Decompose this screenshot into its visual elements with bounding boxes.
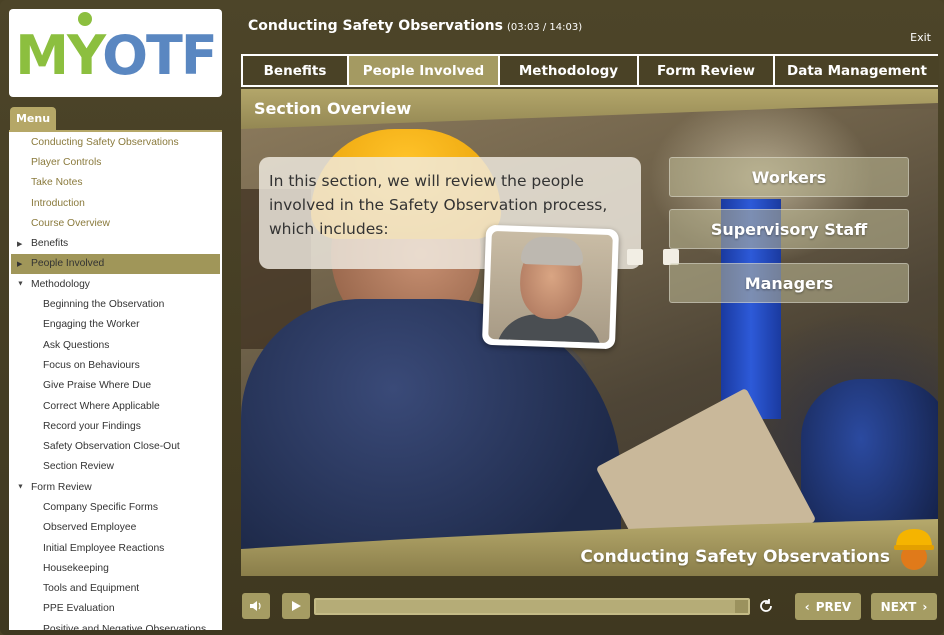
play-button[interactable] — [282, 593, 310, 619]
next-button[interactable]: NEXT › — [871, 593, 937, 620]
menu-item-label: Benefits — [31, 238, 69, 250]
menu-item-label: Section Review — [43, 461, 114, 473]
menu-panel: Conducting Safety Observations Player Con… — [9, 130, 222, 630]
menu-item-label: Take Notes — [31, 177, 83, 189]
menu-item-label: Course Overview — [31, 217, 110, 229]
logo-letter-m: M — [15, 23, 69, 87]
menu-item[interactable]: Company Specific Forms — [9, 497, 222, 517]
course-time: (03:03 / 14:03) — [506, 22, 583, 33]
menu-item-label: Player Controls — [31, 156, 102, 168]
exit-button[interactable]: Exit — [910, 31, 931, 44]
menu-item[interactable]: Player Controls — [9, 152, 222, 172]
logo-letter-y-text: Y — [66, 23, 104, 87]
replay-button[interactable] — [754, 593, 778, 619]
speaker-icon — [250, 601, 261, 611]
tab-benefits[interactable]: Benefits — [243, 56, 347, 85]
menu-item-label: Safety Observation Close-Out — [43, 441, 180, 453]
menu-item[interactable]: Initial Employee Reactions — [9, 538, 222, 558]
menu-item-label: Engaging the Worker — [43, 319, 140, 331]
menu-item[interactable]: Ask Questions — [9, 335, 222, 355]
menu-item[interactable]: ▶ Benefits — [9, 233, 222, 253]
menu-item-label: Observed Employee — [43, 522, 137, 534]
slide-content: Section Overview In this section, we wil… — [241, 89, 938, 576]
chevron-right-icon: › — [922, 599, 928, 614]
menu-item-label: Form Review — [31, 481, 92, 493]
course-title: Conducting Safety Observations (03:03 / 1… — [248, 18, 582, 34]
mute-button[interactable] — [242, 593, 270, 619]
section-tabs: Benefits People Involved Methodology Form R… — [241, 54, 939, 87]
managers-button[interactable]: Managers — [669, 263, 909, 303]
menu-item[interactable]: Focus on Behaviours — [9, 355, 222, 375]
replay-icon — [760, 599, 772, 612]
progress-fill — [316, 600, 736, 613]
hardhat-mascot-icon — [894, 529, 934, 570]
supervisory-staff-button[interactable]: Supervisory Staff — [669, 209, 909, 249]
menu-item-label: Record your Findings — [43, 420, 141, 432]
menu-item-label: Conducting Safety Observations — [31, 136, 179, 148]
portrait-hair — [520, 235, 584, 267]
menu-item[interactable]: Conducting Safety Observations — [9, 132, 222, 152]
menu-item[interactable]: Section Review — [9, 457, 222, 477]
menu-item[interactable]: Correct Where Applicable — [9, 396, 222, 416]
menu-item-label: Methodology — [31, 278, 90, 290]
menu-item-label: Ask Questions — [43, 339, 110, 351]
tab-form-review[interactable]: Form Review — [639, 56, 773, 85]
menu-item[interactable]: Give Praise Where Due — [9, 376, 222, 396]
course-title-text: Conducting Safety Observations — [248, 18, 503, 34]
menu-item[interactable]: Housekeeping — [9, 558, 222, 578]
menu-item[interactable]: Tools and Equipment — [9, 579, 222, 599]
menu-item-label: Positive and Negative Observations — [43, 623, 207, 630]
play-icon — [292, 601, 301, 611]
menu-item[interactable]: Safety Observation Close-Out — [9, 436, 222, 456]
menu-item-label: Beginning the Observation — [43, 299, 165, 311]
tab-people-involved[interactable]: People Involved — [349, 56, 498, 85]
caret-right-icon[interactable]: ▶ — [17, 260, 22, 268]
workers-button[interactable]: Workers — [669, 157, 909, 197]
menu-tab[interactable]: Menu — [10, 107, 56, 130]
menu-item[interactable]: Course Overview — [9, 213, 222, 233]
menu-item-label: Company Specific Forms — [43, 501, 159, 513]
logo-letter-y: Y — [66, 11, 104, 87]
presenter-portrait — [481, 224, 620, 350]
menu-item-label: PPE Evaluation — [43, 603, 115, 615]
prev-button[interactable]: ‹ PREV — [795, 593, 861, 620]
menu-item[interactable]: Positive and Negative Observations — [9, 619, 222, 630]
menu-item-label: Give Praise Where Due — [43, 380, 152, 392]
menu-item[interactable]: ▼ Form Review — [9, 477, 222, 497]
menu-item[interactable]: Take Notes — [9, 173, 222, 193]
caret-down-icon[interactable]: ▼ — [17, 281, 24, 288]
menu-item-label: People Involved — [31, 258, 105, 270]
tab-data-management[interactable]: Data Management — [775, 56, 939, 85]
caret-down-icon[interactable]: ▼ — [17, 484, 24, 491]
menu-item[interactable]: Engaging the Worker — [9, 315, 222, 335]
logo: M YOTF — [9, 9, 222, 97]
menu-item[interactable]: ▶ People Involved — [11, 253, 220, 275]
logo-otf: OTF — [102, 23, 218, 87]
caret-right-icon[interactable]: ▶ — [17, 240, 22, 248]
menu-item-label: Correct Where Applicable — [43, 400, 160, 412]
menu-item[interactable]: Beginning the Observation — [9, 294, 222, 314]
menu-item[interactable]: PPE Evaluation — [9, 599, 222, 619]
menu-item[interactable]: Introduction — [9, 193, 222, 213]
menu-item[interactable]: ▼ Methodology — [9, 274, 222, 294]
menu-item[interactable]: Record your Findings — [9, 416, 222, 436]
prev-label: PREV — [815, 599, 852, 614]
chevron-left-icon: ‹ — [804, 599, 810, 614]
next-label: NEXT — [880, 599, 917, 614]
logo-figure-head — [77, 11, 92, 26]
menu-item-label: Tools and Equipment — [43, 583, 140, 595]
menu-item[interactable]: Observed Employee — [9, 518, 222, 538]
progress-bar[interactable] — [314, 598, 750, 615]
menu-item-label: Initial Employee Reactions — [43, 542, 165, 554]
checkbox[interactable] — [627, 249, 643, 265]
section-title: Section Overview — [254, 99, 412, 118]
footer-title: Conducting Safety Observations — [580, 547, 890, 567]
menu-item-label: Introduction — [31, 197, 85, 209]
tab-methodology[interactable]: Methodology — [500, 56, 637, 85]
menu-item-label: Focus on Behaviours — [43, 359, 140, 371]
menu-item-label: Housekeeping — [43, 562, 109, 574]
